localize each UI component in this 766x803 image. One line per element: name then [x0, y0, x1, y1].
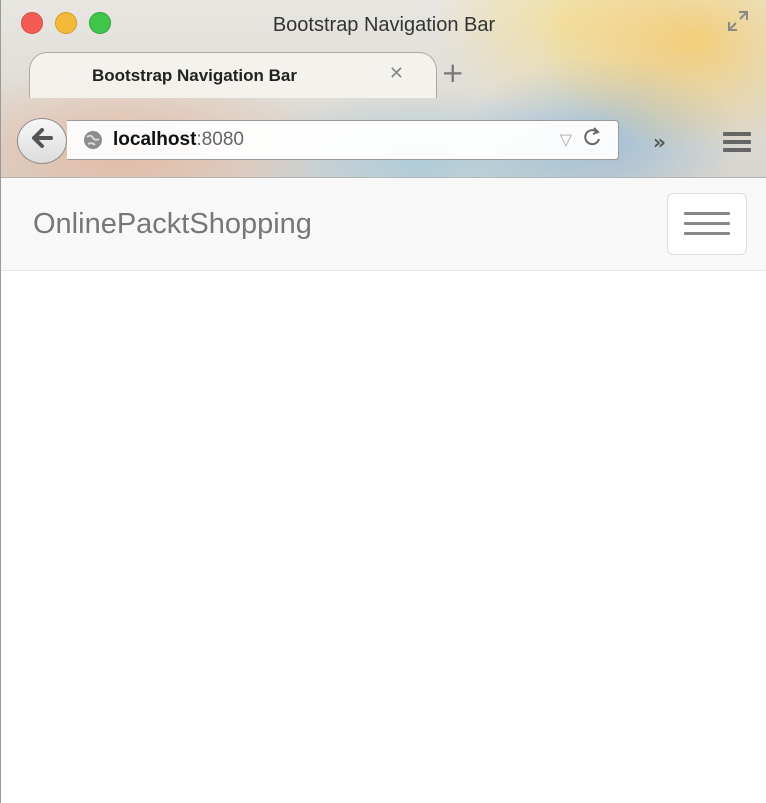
navbar-toggle-button[interactable]	[667, 193, 747, 255]
navbar-brand[interactable]: OnlinePacktShopping	[33, 208, 312, 241]
tab-bootstrap-navigation-bar[interactable]: Bootstrap Navigation Bar ✕	[29, 52, 437, 98]
back-button[interactable]	[17, 118, 67, 164]
page-content: OnlinePacktShopping	[1, 178, 766, 803]
tab-label: Bootstrap Navigation Bar	[92, 66, 297, 85]
bootstrap-navbar: OnlinePacktShopping	[1, 178, 766, 271]
close-tab-icon[interactable]: ✕	[389, 63, 404, 84]
hamburger-menu-icon[interactable]	[723, 132, 751, 156]
navigation-toolbar: localhost:8080 ▽ »	[1, 100, 766, 177]
globe-icon	[83, 130, 103, 150]
browser-chrome: Bootstrap Navigation Bar Bootstrap Navig…	[1, 0, 766, 178]
url-bar[interactable]: localhost:8080 ▽	[67, 120, 619, 160]
window-title: Bootstrap Navigation Bar	[272, 14, 496, 36]
reload-icon[interactable]	[582, 126, 602, 154]
hamburger-icon	[684, 212, 730, 235]
back-arrow-icon	[31, 127, 53, 155]
url-port: :8080	[196, 129, 244, 150]
browser-window: Bootstrap Navigation Bar Bootstrap Navig…	[0, 0, 766, 803]
url-host: localhost	[113, 129, 197, 150]
dropdown-triangle-icon[interactable]: ▽	[560, 130, 572, 149]
overflow-chevron-icon[interactable]: »	[653, 130, 666, 154]
title-bar: Bootstrap Navigation Bar	[1, 0, 766, 52]
new-tab-icon[interactable]: +	[441, 56, 464, 89]
url-text: localhost:8080	[113, 129, 244, 151]
fullscreen-icon[interactable]	[727, 10, 749, 32]
tab-strip: Bootstrap Navigation Bar ✕ +	[1, 48, 766, 100]
